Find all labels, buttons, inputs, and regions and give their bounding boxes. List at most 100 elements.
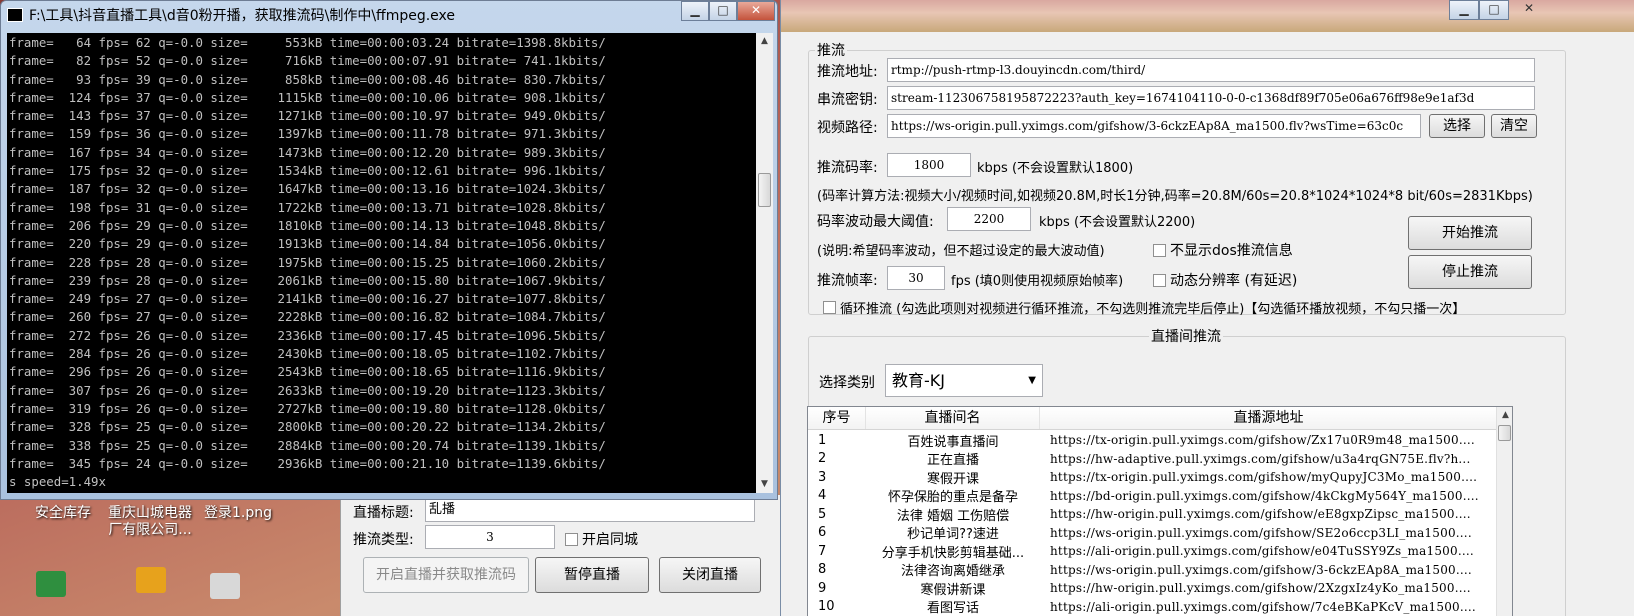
- ffmpeg-console-window: F:\工具\抖音直播工具\d音0粉开播，获取推流码\制作中\ffmpeg.exe…: [0, 0, 778, 500]
- desktop-icon-label[interactable]: 安全库存: [28, 505, 98, 522]
- column-header[interactable]: 序号: [808, 407, 866, 429]
- fps-label: 推流帧率:: [817, 273, 878, 289]
- scroll-up-arrow-icon[interactable]: ▲: [756, 33, 773, 50]
- room-name: 正在直播: [926, 453, 979, 469]
- source-url: https://hw-adaptive.pull.yximgs.com/gifs…: [1050, 451, 1471, 466]
- console-output[interactable]: frame= 64 fps= 62 q=-0.0 size= 553kB tim…: [7, 33, 773, 493]
- row-index: 2: [818, 451, 827, 467]
- chart-file-icon[interactable]: [136, 567, 166, 593]
- column-header[interactable]: 直播源地址: [1040, 407, 1498, 429]
- row-index: 3: [818, 469, 827, 485]
- start-push-button[interactable]: 开始推流: [1408, 216, 1532, 250]
- close-button[interactable]: ✕: [1509, 0, 1549, 20]
- source-url: https://ws-origin.pull.yximgs.com/gifsho…: [1050, 562, 1472, 577]
- clear-button[interactable]: 清空: [1491, 114, 1537, 138]
- minimize-button[interactable]: ▁: [681, 1, 709, 21]
- minimize-button[interactable]: ▁: [1449, 0, 1479, 20]
- push-url-label: 推流地址:: [817, 64, 878, 80]
- console-line: frame= 345 fps= 24 q=-0.0 size= 2936kB t…: [9, 455, 606, 471]
- row-index: 8: [818, 562, 827, 578]
- checkbox-box[interactable]: [823, 301, 836, 314]
- stream-key-label: 串流密钥:: [817, 92, 878, 108]
- max-bitrate-note: (说明:希望码率波动，但不超过设定的最大波动值): [817, 244, 1105, 259]
- source-url: https://hw-origin.pull.yximgs.com/gifsho…: [1050, 507, 1471, 522]
- live-title-input[interactable]: 乱播: [425, 498, 755, 522]
- table-row[interactable]: 2 正在直播 https://hw-adaptive.pull.yximgs.com…: [808, 450, 1498, 469]
- console-scrollbar[interactable]: ▲ ▼: [756, 33, 773, 493]
- bitrate-label: 推流码率:: [817, 160, 878, 176]
- scroll-down-arrow-icon[interactable]: ▼: [756, 476, 773, 493]
- close-button[interactable]: ✕: [737, 1, 775, 21]
- hide-dos-checkbox[interactable]: 不显示dos推流信息: [1153, 240, 1293, 260]
- console-titlebar: F:\工具\抖音直播工具\d音0粉开播，获取推流码\制作中\ffmpeg.exe: [7, 5, 455, 25]
- push-type-label: 推流类型:: [353, 532, 414, 548]
- table-row[interactable]: 4 怀孕保胎的重点是备孕 https://bd-origin.pull.yximgs…: [808, 487, 1498, 506]
- console-line: frame= 296 fps= 26 q=-0.0 size= 2543kB t…: [9, 364, 606, 380]
- desktop-icon-label[interactable]: 重庆山城电器 厂有限公司...: [100, 505, 200, 539]
- bitrate-input[interactable]: 1800: [887, 153, 971, 177]
- maximize-button[interactable]: □: [1479, 0, 1509, 20]
- console-line: frame= 64 fps= 62 q=-0.0 size= 553kB tim…: [9, 35, 606, 50]
- table-row[interactable]: 1 百姓说事直播间 https://tx-origin.pull.yximgs.co…: [808, 431, 1498, 450]
- console-app-icon: [7, 8, 23, 22]
- stream-key-input[interactable]: stream-112306758195872223?auth_key=16741…: [887, 86, 1535, 110]
- table-row[interactable]: 9 寒假讲新课 https://hw-origin.pull.yximgs.com/…: [808, 579, 1498, 598]
- row-index: 6: [818, 525, 827, 541]
- dynamic-resolution-checkbox[interactable]: 动态分辨率 (有延迟): [1153, 270, 1297, 290]
- scroll-thumb[interactable]: [1498, 425, 1511, 441]
- local-city-checkbox[interactable]: 开启同城: [565, 529, 638, 549]
- checkbox-box[interactable]: [1153, 243, 1166, 257]
- row-index: 5: [818, 506, 827, 522]
- push-type-input[interactable]: 3: [425, 525, 555, 549]
- console-line: frame= 206 fps= 29 q=-0.0 size= 1810kB t…: [9, 217, 606, 233]
- desktop-icon-label[interactable]: 登录1.png: [198, 505, 278, 522]
- fps-input[interactable]: 30: [887, 266, 945, 290]
- push-url-input[interactable]: rtmp://push-rtmp-l3.douyincdn.com/third/: [887, 58, 1535, 82]
- list-scrollbar[interactable]: ▲: [1496, 407, 1512, 616]
- image-file-icon[interactable]: [210, 573, 240, 599]
- checkbox-box[interactable]: [1153, 273, 1166, 287]
- table-row[interactable]: 6 秒记单词??速进 https://ws-origin.pull.yximgs.c…: [808, 524, 1498, 542]
- live-room-list[interactable]: 序号 直播间名 直播源地址 1 百姓说事直播间 https://tx-origin.…: [807, 406, 1513, 616]
- console-lines: frame= 64 fps= 62 q=-0.0 size= 553kB tim…: [9, 34, 749, 491]
- maximize-button[interactable]: □: [709, 1, 737, 21]
- console-line: frame= 167 fps= 34 q=-0.0 size= 1473kB t…: [9, 144, 606, 160]
- category-select[interactable]: 教育-KJ ▼: [885, 364, 1043, 397]
- room-name: 怀孕保胎的重点是备孕: [887, 490, 1018, 506]
- max-bitrate-input[interactable]: 2200: [947, 207, 1031, 231]
- console-line: frame= 249 fps= 27 q=-0.0 size= 2141kB t…: [9, 291, 606, 307]
- start-live-button[interactable]: 开启直播并获取推流码: [363, 557, 529, 593]
- column-header[interactable]: 直播间名: [866, 407, 1040, 429]
- excel-file-icon[interactable]: [36, 571, 66, 597]
- stop-push-button[interactable]: 停止推流: [1408, 255, 1532, 289]
- console-line: s speed=1.49x: [9, 474, 106, 490]
- table-row[interactable]: 8 法律咨询离婚继承 https://ws-origin.pull.yximgs.c…: [808, 561, 1498, 579]
- source-url: https://ali-origin.pull.yximgs.com/gifsh…: [1050, 544, 1474, 559]
- table-row[interactable]: 5 法律 婚姻 工伤赔偿 https://hw-origin.pull.yximgs…: [808, 505, 1498, 524]
- desktop-icons: 安全库存 重庆山城电器 厂有限公司... 登录1.png: [0, 505, 340, 616]
- pause-live-button[interactable]: 暂停直播: [535, 557, 649, 593]
- console-line: frame= 260 fps= 27 q=-0.0 size= 2228kB t…: [9, 309, 606, 325]
- live-room-group-label: 直播间推流: [1151, 329, 1221, 345]
- select-button[interactable]: 选择: [1429, 114, 1485, 138]
- table-row[interactable]: 10 看图写话 https://ali-origin.pull.yximgs.com…: [808, 598, 1498, 616]
- room-name: 分享手机快影剪辑基础...: [881, 545, 1025, 561]
- console-line: frame= 187 fps= 32 q=-0.0 size= 1647kB t…: [9, 181, 606, 197]
- source-url: https://ws-origin.pull.yximgs.com/gifsho…: [1050, 525, 1472, 540]
- close-live-button[interactable]: 关闭直播: [659, 557, 761, 593]
- loop-push-label: 循环推流 (勾选此项则对视频进行循环推流，不勾选则推流完毕后停止)【勾选循环播放…: [840, 302, 1466, 317]
- max-bitrate-unit: kbps (不会设置默认2200): [1039, 215, 1196, 230]
- list-rows: 1 百姓说事直播间 https://tx-origin.pull.yximgs.co…: [808, 431, 1498, 616]
- row-index: 10: [818, 599, 835, 615]
- scroll-thumb[interactable]: [758, 173, 771, 207]
- table-row[interactable]: 7 分享手机快影剪辑基础... https://ali-origin.pull.yx…: [808, 542, 1498, 561]
- table-row[interactable]: 3 寒假开课 https://tx-origin.pull.yximgs.com/g…: [808, 468, 1498, 487]
- checkbox-box[interactable]: [565, 532, 578, 546]
- video-path-label: 视频路径:: [817, 120, 878, 136]
- video-path-input[interactable]: https://ws-origin.pull.yximgs.com/gifsho…: [887, 114, 1421, 138]
- console-line: frame= 228 fps= 28 q=-0.0 size= 1975kB t…: [9, 254, 606, 270]
- loop-push-checkbox[interactable]: 循环推流 (勾选此项则对视频进行循环推流，不勾选则推流完毕后停止)【勾选循环播放…: [823, 298, 1465, 317]
- source-url: https://tx-origin.pull.yximgs.com/gifsho…: [1050, 433, 1475, 448]
- scroll-up-arrow-icon[interactable]: ▲: [1497, 407, 1512, 424]
- row-index: 1: [818, 432, 827, 448]
